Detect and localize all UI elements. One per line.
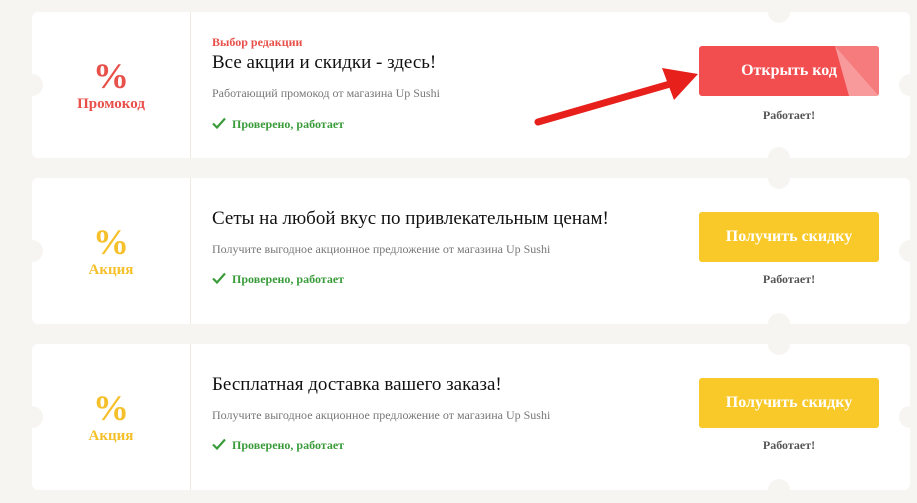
verified-status: Проверено, работает (212, 117, 344, 132)
coupon-card-deal: % Акция Сеты на любой вкус по привлекате… (21, 167, 917, 335)
check-icon (212, 438, 226, 450)
verified-label: Проверено, работает (232, 117, 345, 131)
coupon-type-badge: % Промокод (32, 12, 191, 158)
verified-status: Проверено, работает (212, 438, 344, 453)
coupon-type-label: Акция (88, 262, 134, 278)
peel-corner-icon (835, 46, 879, 96)
percent-icon: % (93, 388, 129, 428)
coupon-actions: Получить скидку Работает! (699, 344, 879, 490)
percent-icon: % (93, 56, 129, 96)
coupon-notch (899, 240, 917, 262)
open-code-button-label: Открыть код (741, 62, 837, 79)
coupon-card-deal: % Акция Бесплатная доставка вашего заказ… (21, 333, 917, 501)
coupon-description: Получите выгодное акционное предложение … (212, 408, 551, 422)
verified-label: Проверено, работает (232, 272, 345, 286)
coupon-description: Работающий промокод от магазина Up Sushi (212, 86, 440, 100)
coupon-actions: Открыть код Работает! (699, 12, 879, 158)
open-code-button[interactable]: Открыть код (699, 46, 879, 96)
verified-status: Проверено, работает (212, 272, 344, 287)
coupon-title[interactable]: Сеты на любой вкус по привлекательным це… (212, 208, 609, 230)
editor-pick-label: Выбор редакции (212, 35, 303, 49)
coupon-card-promocode: % Промокод Выбор редакции Все акции и ск… (21, 1, 917, 169)
coupon-type-badge: % Акция (32, 344, 191, 490)
get-discount-button[interactable]: Получить скидку (699, 378, 879, 428)
coupon-notch (899, 406, 917, 428)
coupon-status: Работает! (762, 438, 816, 452)
coupon-notch (899, 74, 917, 96)
coupon-description: Получите выгодное акционное предложение … (212, 242, 551, 256)
coupon-actions: Получить скидку Работает! (699, 178, 879, 324)
coupon-title[interactable]: Бесплатная доставка вашего заказа! (212, 374, 502, 396)
get-discount-button-label: Получить скидку (725, 228, 853, 245)
get-discount-button-label: Получить скидку (725, 394, 853, 411)
verified-label: Проверено, работает (232, 438, 345, 452)
coupon-type-label: Акция (88, 428, 134, 444)
coupon-details: Выбор редакции Все акции и скидки - здес… (212, 12, 682, 158)
coupon-details: Бесплатная доставка вашего заказа! Получ… (212, 344, 682, 490)
percent-icon: % (93, 222, 129, 262)
coupon-details: Сеты на любой вкус по привлекательным це… (212, 178, 682, 324)
check-icon (212, 272, 226, 284)
get-discount-button[interactable]: Получить скидку (699, 212, 879, 262)
coupon-title[interactable]: Все акции и скидки - здесь! (212, 52, 436, 74)
coupon-type-badge: % Акция (32, 178, 191, 324)
coupon-status: Работает! (762, 108, 816, 122)
coupon-status: Работает! (762, 272, 816, 286)
check-icon (212, 117, 226, 129)
coupon-type-label: Промокод (77, 96, 145, 112)
